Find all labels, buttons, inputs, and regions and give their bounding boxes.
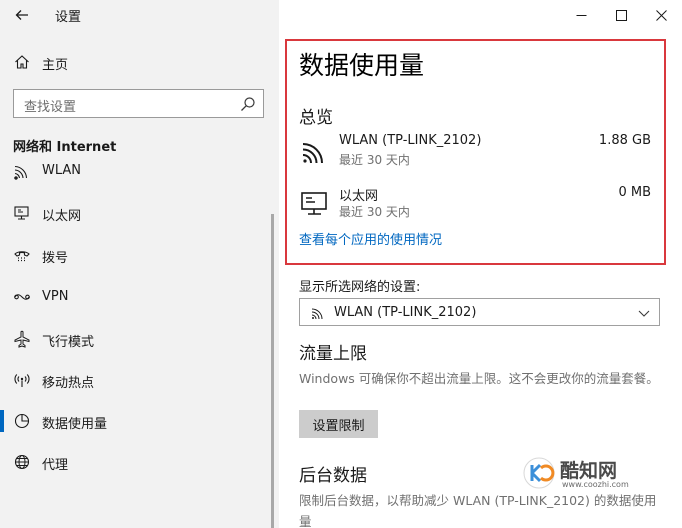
sidebar-item-label: 拨号 bbox=[42, 251, 69, 266]
network-name: 以太网 bbox=[339, 189, 379, 204]
wifi-icon bbox=[14, 165, 28, 180]
back-arrow-icon bbox=[15, 10, 28, 20]
network-usage-row-wlan: WLAN (TP-LINK_2102) 最近 30 天内 1.88 GB bbox=[299, 133, 659, 173]
hotspot-icon bbox=[14, 374, 30, 387]
overview-heading: 总览 bbox=[299, 108, 333, 128]
sidebar-item-wlan[interactable]: WLAN bbox=[0, 152, 272, 190]
search-placeholder: 查找设置 bbox=[24, 100, 77, 115]
network-select-label: 显示所选网络的设置: bbox=[299, 280, 421, 295]
ethernet-icon bbox=[14, 206, 29, 220]
sidebar-item-dialup[interactable]: 拨号 bbox=[0, 236, 272, 274]
sidebar-item-vpn[interactable]: VPN bbox=[0, 278, 272, 316]
globe-icon bbox=[14, 454, 30, 470]
sidebar: 设置 主页 查找设置 网络和 Internet WLAN 以太网 拨号 VPN … bbox=[0, 0, 279, 528]
network-name: WLAN (TP-LINK_2102) bbox=[339, 133, 482, 148]
search-icon[interactable] bbox=[240, 96, 256, 112]
sidebar-item-proxy[interactable]: 代理 bbox=[0, 443, 272, 481]
sidebar-item-label: 移动热点 bbox=[42, 376, 95, 391]
set-limit-button[interactable]: 设置限制 bbox=[299, 410, 378, 438]
sidebar-item-label: 飞行模式 bbox=[42, 335, 95, 350]
sidebar-item-ethernet[interactable]: 以太网 bbox=[0, 194, 272, 232]
sidebar-item-label: 数据使用量 bbox=[42, 417, 108, 432]
watermark-text: 酷知网 bbox=[560, 460, 618, 482]
network-period: 最近 30 天内 bbox=[339, 205, 410, 219]
home-icon bbox=[15, 55, 29, 69]
airplane-icon bbox=[14, 330, 30, 348]
page-title: 数据使用量 bbox=[299, 51, 425, 80]
network-usage-amount: 0 MB bbox=[618, 185, 651, 200]
view-per-app-usage-link[interactable]: 查看每个应用的使用情况 bbox=[299, 229, 442, 248]
ethernet-icon bbox=[301, 192, 327, 215]
data-limit-heading: 流量上限 bbox=[299, 344, 367, 364]
sidebar-item-data-usage[interactable]: 数据使用量 bbox=[0, 402, 272, 440]
sidebar-item-label: WLAN bbox=[42, 163, 82, 178]
wifi-icon bbox=[311, 308, 323, 320]
network-usage-amount: 1.88 GB bbox=[598, 133, 651, 148]
sidebar-item-hotspot[interactable]: 移动热点 bbox=[0, 361, 272, 399]
chevron-down-icon bbox=[638, 310, 650, 317]
search-input[interactable]: 查找设置 bbox=[13, 89, 264, 118]
selection-indicator bbox=[0, 410, 4, 432]
dialup-icon bbox=[14, 251, 30, 262]
sidebar-item-label: 主页 bbox=[42, 58, 69, 73]
network-usage-row-ethernet: 以太网 最近 30 天内 0 MB bbox=[299, 185, 659, 225]
wifi-icon bbox=[302, 143, 323, 164]
close-icon bbox=[655, 9, 667, 21]
network-select-value: WLAN (TP-LINK_2102) bbox=[334, 305, 477, 320]
watermark: 酷知网 www.coozhi.com bbox=[520, 452, 660, 496]
minimize-icon bbox=[576, 14, 586, 16]
vpn-icon bbox=[14, 294, 30, 300]
app-title: 设置 bbox=[55, 10, 82, 25]
data-usage-icon bbox=[14, 413, 30, 429]
watermark-url: www.coozhi.com bbox=[562, 480, 629, 489]
watermark-logo-icon bbox=[523, 457, 555, 489]
sidebar-item-label: 代理 bbox=[42, 458, 69, 473]
network-period: 最近 30 天内 bbox=[339, 153, 410, 167]
network-select-dropdown[interactable]: WLAN (TP-LINK_2102) bbox=[299, 298, 660, 326]
sidebar-item-airplane[interactable]: 飞行模式 bbox=[0, 320, 272, 358]
data-limit-description: Windows 可确保你不超出流量上限。这不会更改你的流量套餐。 bbox=[299, 371, 659, 386]
back-button[interactable] bbox=[8, 4, 36, 26]
maximize-icon bbox=[615, 9, 627, 21]
background-data-heading: 后台数据 bbox=[299, 466, 367, 486]
sidebar-item-label: VPN bbox=[42, 289, 69, 304]
sidebar-item-label: 以太网 bbox=[42, 209, 82, 224]
close-button[interactable] bbox=[638, 0, 682, 30]
sidebar-scrollbar[interactable] bbox=[271, 214, 274, 528]
sidebar-item-home[interactable]: 主页 bbox=[0, 46, 279, 78]
